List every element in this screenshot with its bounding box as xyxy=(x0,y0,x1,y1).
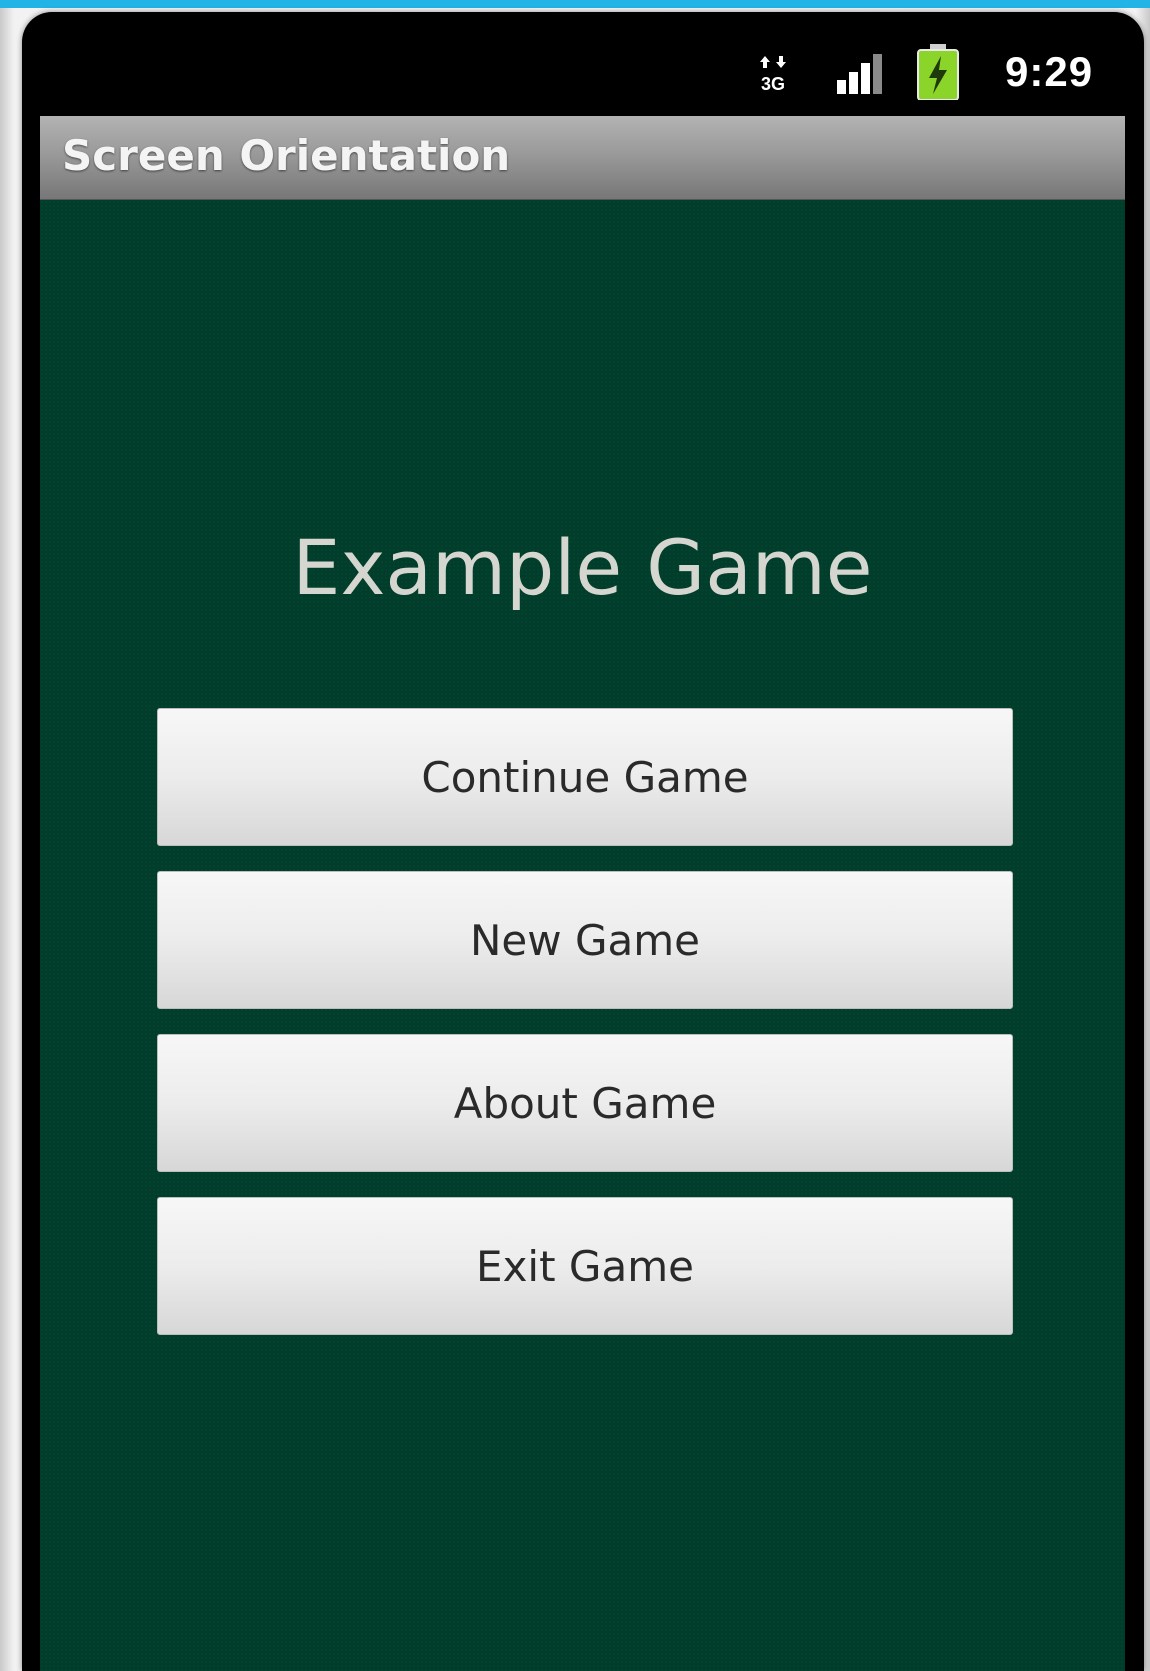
network-3g-label: 3G xyxy=(761,74,785,94)
new-game-button[interactable]: New Game xyxy=(157,871,1013,1009)
continue-game-button[interactable]: Continue Game xyxy=(157,708,1013,846)
app-title-bar: Screen Orientation xyxy=(40,116,1125,200)
status-bar: 3G 9:29 xyxy=(40,40,1125,112)
main-content: Example Game Continue Game New Game Abou… xyxy=(40,200,1125,1671)
game-title: Example Game xyxy=(292,523,873,612)
battery-charging-icon xyxy=(917,44,959,100)
exit-game-button[interactable]: Exit Game xyxy=(157,1197,1013,1335)
about-game-button[interactable]: About Game xyxy=(157,1034,1013,1172)
network-3g-icon: 3G xyxy=(760,56,786,94)
signal-strength-icon xyxy=(837,54,882,94)
window-top-accent xyxy=(0,0,1150,8)
app-title: Screen Orientation xyxy=(62,131,511,180)
status-clock: 9:29 xyxy=(1005,48,1094,95)
